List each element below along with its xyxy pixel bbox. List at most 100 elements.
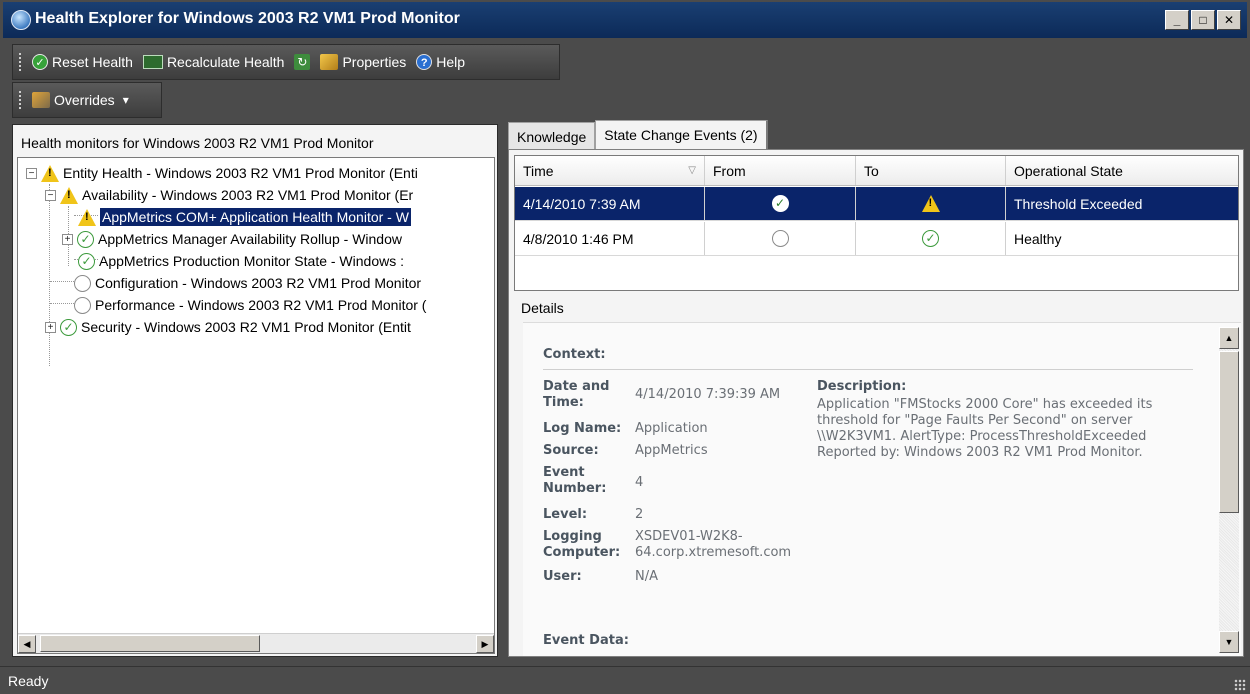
overrides-icon — [32, 92, 50, 108]
tree-item-com-application-health[interactable]: AppMetrics COM+ Application Health Monit… — [78, 206, 411, 228]
cell-operational-state: Healthy — [1014, 230, 1062, 247]
warning-icon — [60, 186, 78, 204]
cell-operational-state: Threshold Exceeded — [1014, 195, 1143, 212]
properties-button[interactable]: Properties — [320, 54, 406, 70]
main-toolbar: ✓ Reset Health Recalculate Health ↻ Prop… — [12, 44, 560, 80]
window-title: Health Explorer for Windows 2003 R2 VM1 … — [35, 10, 460, 27]
properties-label: Properties — [342, 54, 407, 70]
log-name-value: Application — [635, 421, 708, 436]
cell-from — [705, 222, 856, 255]
warning-icon — [921, 195, 940, 212]
scrollbar-thumb[interactable] — [1219, 351, 1239, 513]
state-change-events-pane: Time ▽ From To Operational State 4/14/20… — [508, 149, 1244, 657]
health-monitors-panel: Health monitors for Windows 2003 R2 VM1 … — [12, 124, 498, 657]
expand-icon[interactable]: + — [45, 321, 56, 333]
tree-item-label: Performance - Windows 2003 R2 VM1 Prod M… — [95, 297, 427, 313]
health-explorer-icon — [11, 10, 31, 30]
event-number-key: Event Number: — [543, 465, 607, 496]
tree-item-label: AppMetrics Manager Availability Rollup -… — [98, 231, 402, 247]
column-header-operational-state[interactable]: Operational State — [1006, 156, 1238, 185]
scroll-up-arrow-icon[interactable]: ▲ — [1219, 327, 1239, 349]
overrides-dropdown[interactable]: Overrides ▾ — [32, 92, 129, 108]
grid-header: Time ▽ From To Operational State — [515, 156, 1238, 186]
right-panel: Knowledge State Change Events (2) Time ▽… — [502, 120, 1246, 657]
source-value: AppMetrics — [635, 443, 708, 458]
tree-item-entity-health[interactable]: − Entity Health - Windows 2003 R2 VM1 Pr… — [26, 162, 418, 184]
description-key: Description: — [817, 379, 907, 394]
level-value: 2 — [635, 507, 644, 522]
maximize-button[interactable]: □ — [1191, 10, 1215, 30]
divider — [543, 369, 1193, 370]
healthy-check-icon: ✓ — [78, 252, 95, 270]
not-monitored-icon — [771, 230, 789, 247]
context-heading: Context: — [543, 347, 606, 362]
tree-item-availability[interactable]: − Availability - Windows 2003 R2 VM1 Pro… — [45, 184, 413, 206]
tree-item-security[interactable]: + ✓ Security - Windows 2003 R2 VM1 Prod … — [45, 316, 411, 338]
properties-icon — [320, 54, 339, 70]
column-header-label: From — [713, 162, 746, 179]
toolbar-grip[interactable] — [19, 53, 22, 71]
warning-icon — [78, 208, 96, 226]
date-time-key: Date and Time: — [543, 379, 610, 410]
tree-horizontal-scrollbar[interactable]: ◀ ▶ — [18, 633, 494, 653]
tree-item-manager-availability-rollup[interactable]: + ✓ AppMetrics Manager Availability Roll… — [62, 228, 402, 250]
details-vertical-scrollbar[interactable]: ▲ ▼ — [1219, 327, 1239, 653]
scroll-left-arrow-icon[interactable]: ◀ — [18, 635, 36, 653]
health-monitor-tree[interactable]: − Entity Health - Windows 2003 R2 VM1 Pr… — [17, 157, 495, 654]
healthy-check-icon: ✓ — [60, 318, 77, 336]
tree-item-label: Availability - Windows 2003 R2 VM1 Prod … — [82, 187, 414, 203]
tree-item-label: AppMetrics Production Monitor State - Wi… — [99, 253, 405, 269]
collapse-icon[interactable]: − — [45, 189, 56, 201]
date-time-value: 4/14/2010 7:39:39 AM — [635, 387, 781, 402]
recalculate-health-button[interactable]: Recalculate Health — [142, 54, 285, 70]
status-text: Ready — [8, 673, 49, 689]
collapse-icon[interactable]: − — [26, 167, 37, 179]
chevron-down-icon: ▾ — [122, 93, 129, 107]
scrollbar-thumb[interactable] — [40, 635, 260, 652]
not-monitored-icon — [74, 274, 91, 292]
overrides-label: Overrides — [54, 92, 115, 108]
refresh-button[interactable]: ↻ — [294, 54, 311, 70]
scroll-right-arrow-icon[interactable]: ▶ — [476, 635, 494, 653]
column-header-time[interactable]: Time ▽ — [515, 156, 705, 185]
sort-descending-icon: ▽ — [688, 165, 696, 176]
column-header-label: To — [864, 162, 879, 179]
scroll-down-arrow-icon[interactable]: ▼ — [1219, 631, 1239, 653]
tab-strip: Knowledge State Change Events (2) — [508, 120, 768, 150]
cell-to: ✓ — [856, 222, 1006, 255]
tree-guide-line — [50, 303, 74, 304]
column-header-from[interactable]: From — [705, 156, 856, 185]
reset-health-label: Reset Health — [52, 54, 133, 70]
logging-computer-value: XSDEV01-W2K8-64.corp.xtremesoft.com — [635, 529, 792, 560]
monitor-chart-icon — [142, 55, 163, 69]
window-controls: _ □ ✕ — [1165, 10, 1241, 30]
table-row[interactable]: 4/8/2010 1:46 PM ✓ Healthy — [515, 222, 1238, 256]
close-button[interactable]: ✕ — [1217, 10, 1241, 30]
level-key: Level: — [543, 507, 588, 522]
expand-icon[interactable]: + — [62, 233, 73, 245]
minimize-button[interactable]: _ — [1165, 10, 1189, 30]
tree-item-production-monitor-state[interactable]: ✓ AppMetrics Production Monitor State - … — [78, 250, 404, 272]
tab-knowledge[interactable]: Knowledge — [508, 122, 596, 150]
toolbar-grip[interactable] — [19, 91, 22, 109]
resize-grip-icon[interactable] — [1234, 679, 1246, 691]
help-button[interactable]: ? Help — [416, 54, 465, 70]
healthy-check-icon: ✓ — [922, 230, 939, 247]
tree-guide-line — [50, 281, 74, 282]
logging-computer-key: Logging Computer: — [543, 529, 621, 560]
column-header-to[interactable]: To — [856, 156, 1006, 185]
recalculate-health-label: Recalculate Health — [166, 54, 285, 70]
source-key: Source: — [543, 443, 599, 458]
health-monitors-header: Health monitors for Windows 2003 R2 VM1 … — [21, 135, 374, 151]
table-row[interactable]: 4/14/2010 7:39 AM ✓ Threshold Exceeded — [515, 187, 1238, 221]
cell-to — [856, 187, 1006, 220]
event-details-view[interactable]: Context: Date and Time: 4/14/2010 7:39:3… — [523, 322, 1241, 656]
tree-item-performance[interactable]: Performance - Windows 2003 R2 VM1 Prod M… — [74, 294, 426, 316]
tree-item-label: Entity Health - Windows 2003 R2 VM1 Prod… — [63, 165, 418, 181]
warning-icon — [41, 164, 59, 182]
state-change-events-grid[interactable]: Time ▽ From To Operational State 4/14/20… — [514, 155, 1239, 291]
tab-state-change-events[interactable]: State Change Events (2) — [595, 120, 768, 150]
reset-health-button[interactable]: ✓ Reset Health — [32, 54, 133, 70]
event-number-value: 4 — [635, 475, 644, 490]
tree-item-configuration[interactable]: Configuration - Windows 2003 R2 VM1 Prod… — [74, 272, 421, 294]
